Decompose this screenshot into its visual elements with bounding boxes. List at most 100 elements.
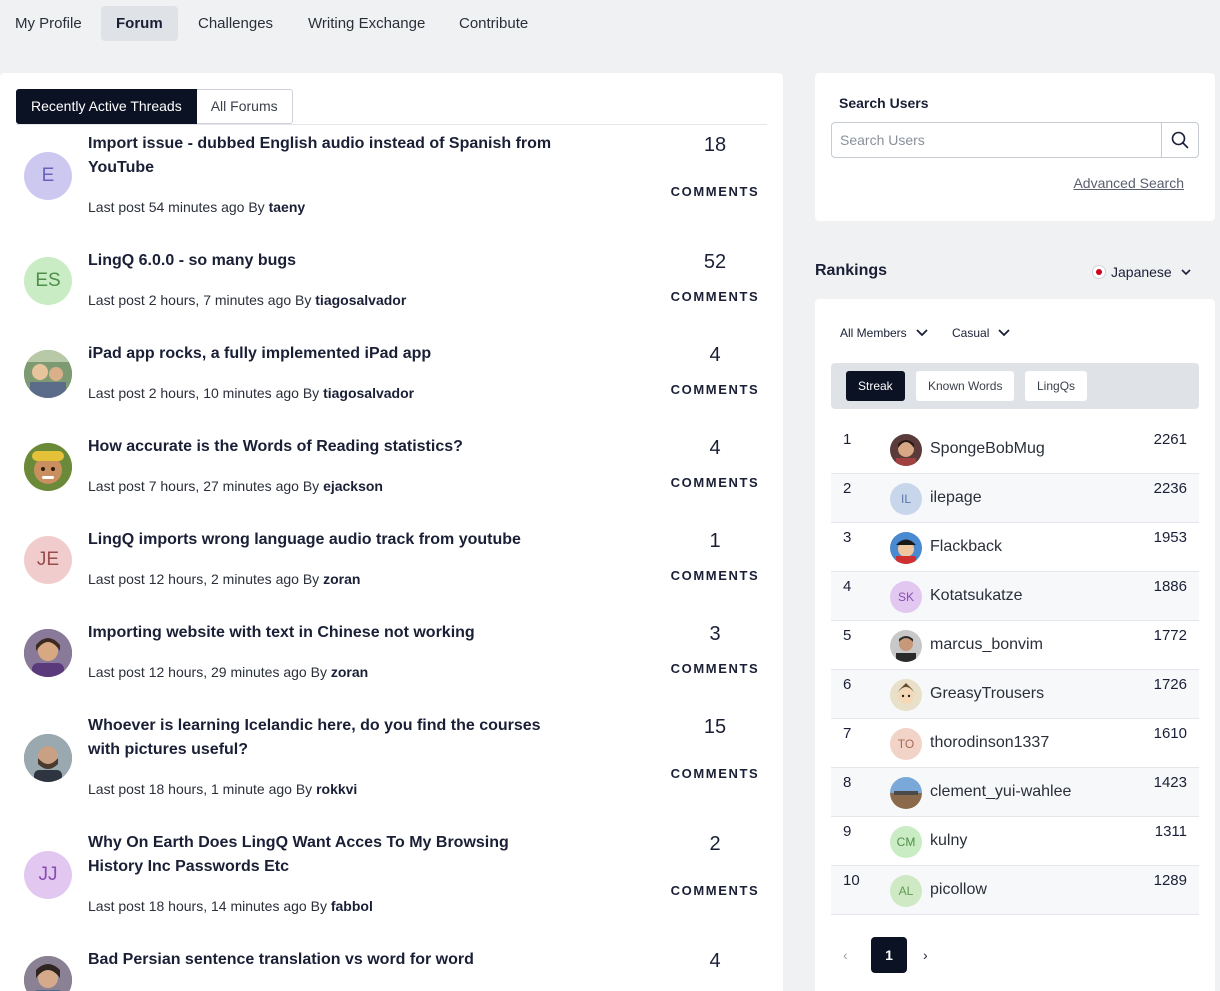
ranking-row: 1 SpongeBobMug 2261 xyxy=(831,425,1199,474)
thread-title[interactable]: How accurate is the Words of Reading sta… xyxy=(88,435,568,459)
segment-streak[interactable]: Streak xyxy=(846,371,905,401)
avatar[interactable]: JE xyxy=(24,536,72,584)
avatar[interactable] xyxy=(24,629,72,677)
avatar[interactable]: TO xyxy=(890,728,922,760)
segment-lingqs[interactable]: LingQs xyxy=(1025,371,1088,401)
rank-score: 2236 xyxy=(1153,480,1187,497)
thread-author[interactable]: fabbol xyxy=(331,898,373,914)
thread-title[interactable]: Why On Earth Does LingQ Want Acces To My… xyxy=(88,831,568,879)
avatar[interactable]: ES xyxy=(24,257,72,305)
members-filter-label: All Members xyxy=(840,326,907,340)
language-select[interactable]: Japanese xyxy=(1092,262,1193,282)
comments-label: COMMENTS xyxy=(670,568,760,583)
rank-score: 1610 xyxy=(1153,725,1187,742)
pagination-next[interactable]: › xyxy=(923,937,935,973)
rank-username[interactable]: marcus_bonvim xyxy=(930,636,1043,654)
rank-score: 1772 xyxy=(1153,627,1187,644)
comment-count: 18 xyxy=(703,134,727,156)
ranking-row: 2 IL ilepage 2236 xyxy=(831,474,1199,523)
last-post-time: 12 hours, 29 minutes ago xyxy=(148,664,307,680)
nav-forum[interactable]: Forum xyxy=(101,6,178,41)
rank-number: 4 xyxy=(843,578,852,595)
thread-author[interactable]: zoran xyxy=(331,664,368,680)
search-users-input[interactable] xyxy=(832,123,1162,157)
thread-author[interactable]: ejackson xyxy=(323,478,383,494)
thread-title[interactable]: LingQ 6.0.0 - so many bugs xyxy=(88,249,568,273)
thread-author[interactable]: tiagosalvador xyxy=(323,385,414,401)
pagination-page-1[interactable]: 1 xyxy=(871,937,907,973)
nav-challenges[interactable]: Challenges xyxy=(183,6,288,41)
avatar[interactable] xyxy=(890,434,922,466)
threads-panel: Recently Active Threads All Forums E Imp… xyxy=(0,73,783,991)
thread-meta: Last post 54 minutes ago By taeny xyxy=(88,199,305,215)
level-filter[interactable]: Casual xyxy=(952,323,1011,343)
tab-recently-active-threads[interactable]: Recently Active Threads xyxy=(16,89,197,124)
rank-username[interactable]: clement_yui-wahlee xyxy=(930,783,1071,801)
rank-score: 2261 xyxy=(1153,431,1187,448)
avatar[interactable]: SK xyxy=(890,581,922,613)
ranking-row: 8 clement_yui-wahlee 1423 xyxy=(831,768,1199,817)
chevron-down-icon xyxy=(998,329,1010,337)
rank-number: 7 xyxy=(843,725,852,742)
thread-title[interactable]: LingQ imports wrong language audio track… xyxy=(88,528,568,552)
comments-label: COMMENTS xyxy=(670,382,760,397)
comments-label: COMMENTS xyxy=(670,766,760,781)
chevron-down-icon xyxy=(1181,269,1191,276)
avatar[interactable] xyxy=(890,630,922,662)
rank-username[interactable]: Kotatsukatze xyxy=(930,587,1023,605)
tabs-divider xyxy=(16,124,767,125)
comment-count: 1 xyxy=(709,530,721,552)
thread-author[interactable]: tiagosalvador xyxy=(315,292,406,308)
comment-count: 4 xyxy=(709,437,721,459)
by-label: By xyxy=(248,199,265,215)
by-label: By xyxy=(295,781,313,797)
avatar[interactable] xyxy=(24,956,72,991)
by-label: By xyxy=(310,664,327,680)
thread-author[interactable]: taeny xyxy=(269,199,306,215)
ranking-row: 10 AL picollow 1289 xyxy=(831,866,1199,915)
rank-username[interactable]: Flackback xyxy=(930,538,1002,556)
nav-my-profile[interactable]: My Profile xyxy=(0,6,97,41)
chevron-down-icon xyxy=(916,329,928,337)
avatar[interactable]: IL xyxy=(890,483,922,515)
rank-username[interactable]: GreasyTrousers xyxy=(930,685,1044,703)
thread-author[interactable]: zoran xyxy=(323,571,360,587)
nav-contribute[interactable]: Contribute xyxy=(444,6,543,41)
thread-title[interactable]: Importing website with text in Chinese n… xyxy=(88,621,568,645)
segment-known-words[interactable]: Known Words xyxy=(916,371,1015,401)
last-post-time: 2 hours, 10 minutes ago xyxy=(148,385,299,401)
avatar[interactable] xyxy=(890,679,922,711)
avatar[interactable] xyxy=(890,777,922,809)
thread-title[interactable]: iPad app rocks, a fully implemented iPad… xyxy=(88,342,568,366)
avatar[interactable]: E xyxy=(24,152,72,200)
comments-label: COMMENTS xyxy=(670,289,760,304)
thread-author[interactable]: rokkvi xyxy=(316,781,357,797)
members-filter[interactable]: All Members xyxy=(840,323,929,343)
pagination-prev[interactable]: ‹ xyxy=(843,937,855,973)
thread-title[interactable]: Whoever is learning Icelandic here, do y… xyxy=(88,714,568,762)
rank-username[interactable]: ilepage xyxy=(930,489,982,507)
avatar[interactable]: AL xyxy=(890,875,922,907)
avatar[interactable] xyxy=(24,734,72,782)
avatar[interactable] xyxy=(24,443,72,491)
rank-username[interactable]: picollow xyxy=(930,881,987,899)
search-users-heading: Search Users xyxy=(839,95,929,111)
avatar[interactable]: JJ xyxy=(24,851,72,899)
avatar[interactable]: CM xyxy=(890,826,922,858)
tab-all-forums[interactable]: All Forums xyxy=(196,89,293,124)
last-post-label: Last post xyxy=(88,385,145,401)
rank-username[interactable]: SpongeBobMug xyxy=(930,440,1045,458)
thread-title[interactable]: Import issue - dubbed English audio inst… xyxy=(88,132,568,180)
avatar[interactable] xyxy=(24,350,72,398)
avatar[interactable] xyxy=(890,532,922,564)
advanced-search-link[interactable]: Advanced Search xyxy=(1073,175,1184,191)
nav-writing-exchange[interactable]: Writing Exchange xyxy=(293,6,440,41)
comment-count: 52 xyxy=(703,251,727,273)
thread-title[interactable]: Bad Persian sentence translation vs word… xyxy=(88,948,568,972)
search-button[interactable] xyxy=(1161,123,1198,157)
rank-username[interactable]: thorodinson1337 xyxy=(930,734,1049,752)
rank-username[interactable]: kulny xyxy=(930,832,967,850)
rank-score: 1311 xyxy=(1154,823,1187,840)
comments-label: COMMENTS xyxy=(670,883,760,898)
by-label: By xyxy=(302,571,320,587)
